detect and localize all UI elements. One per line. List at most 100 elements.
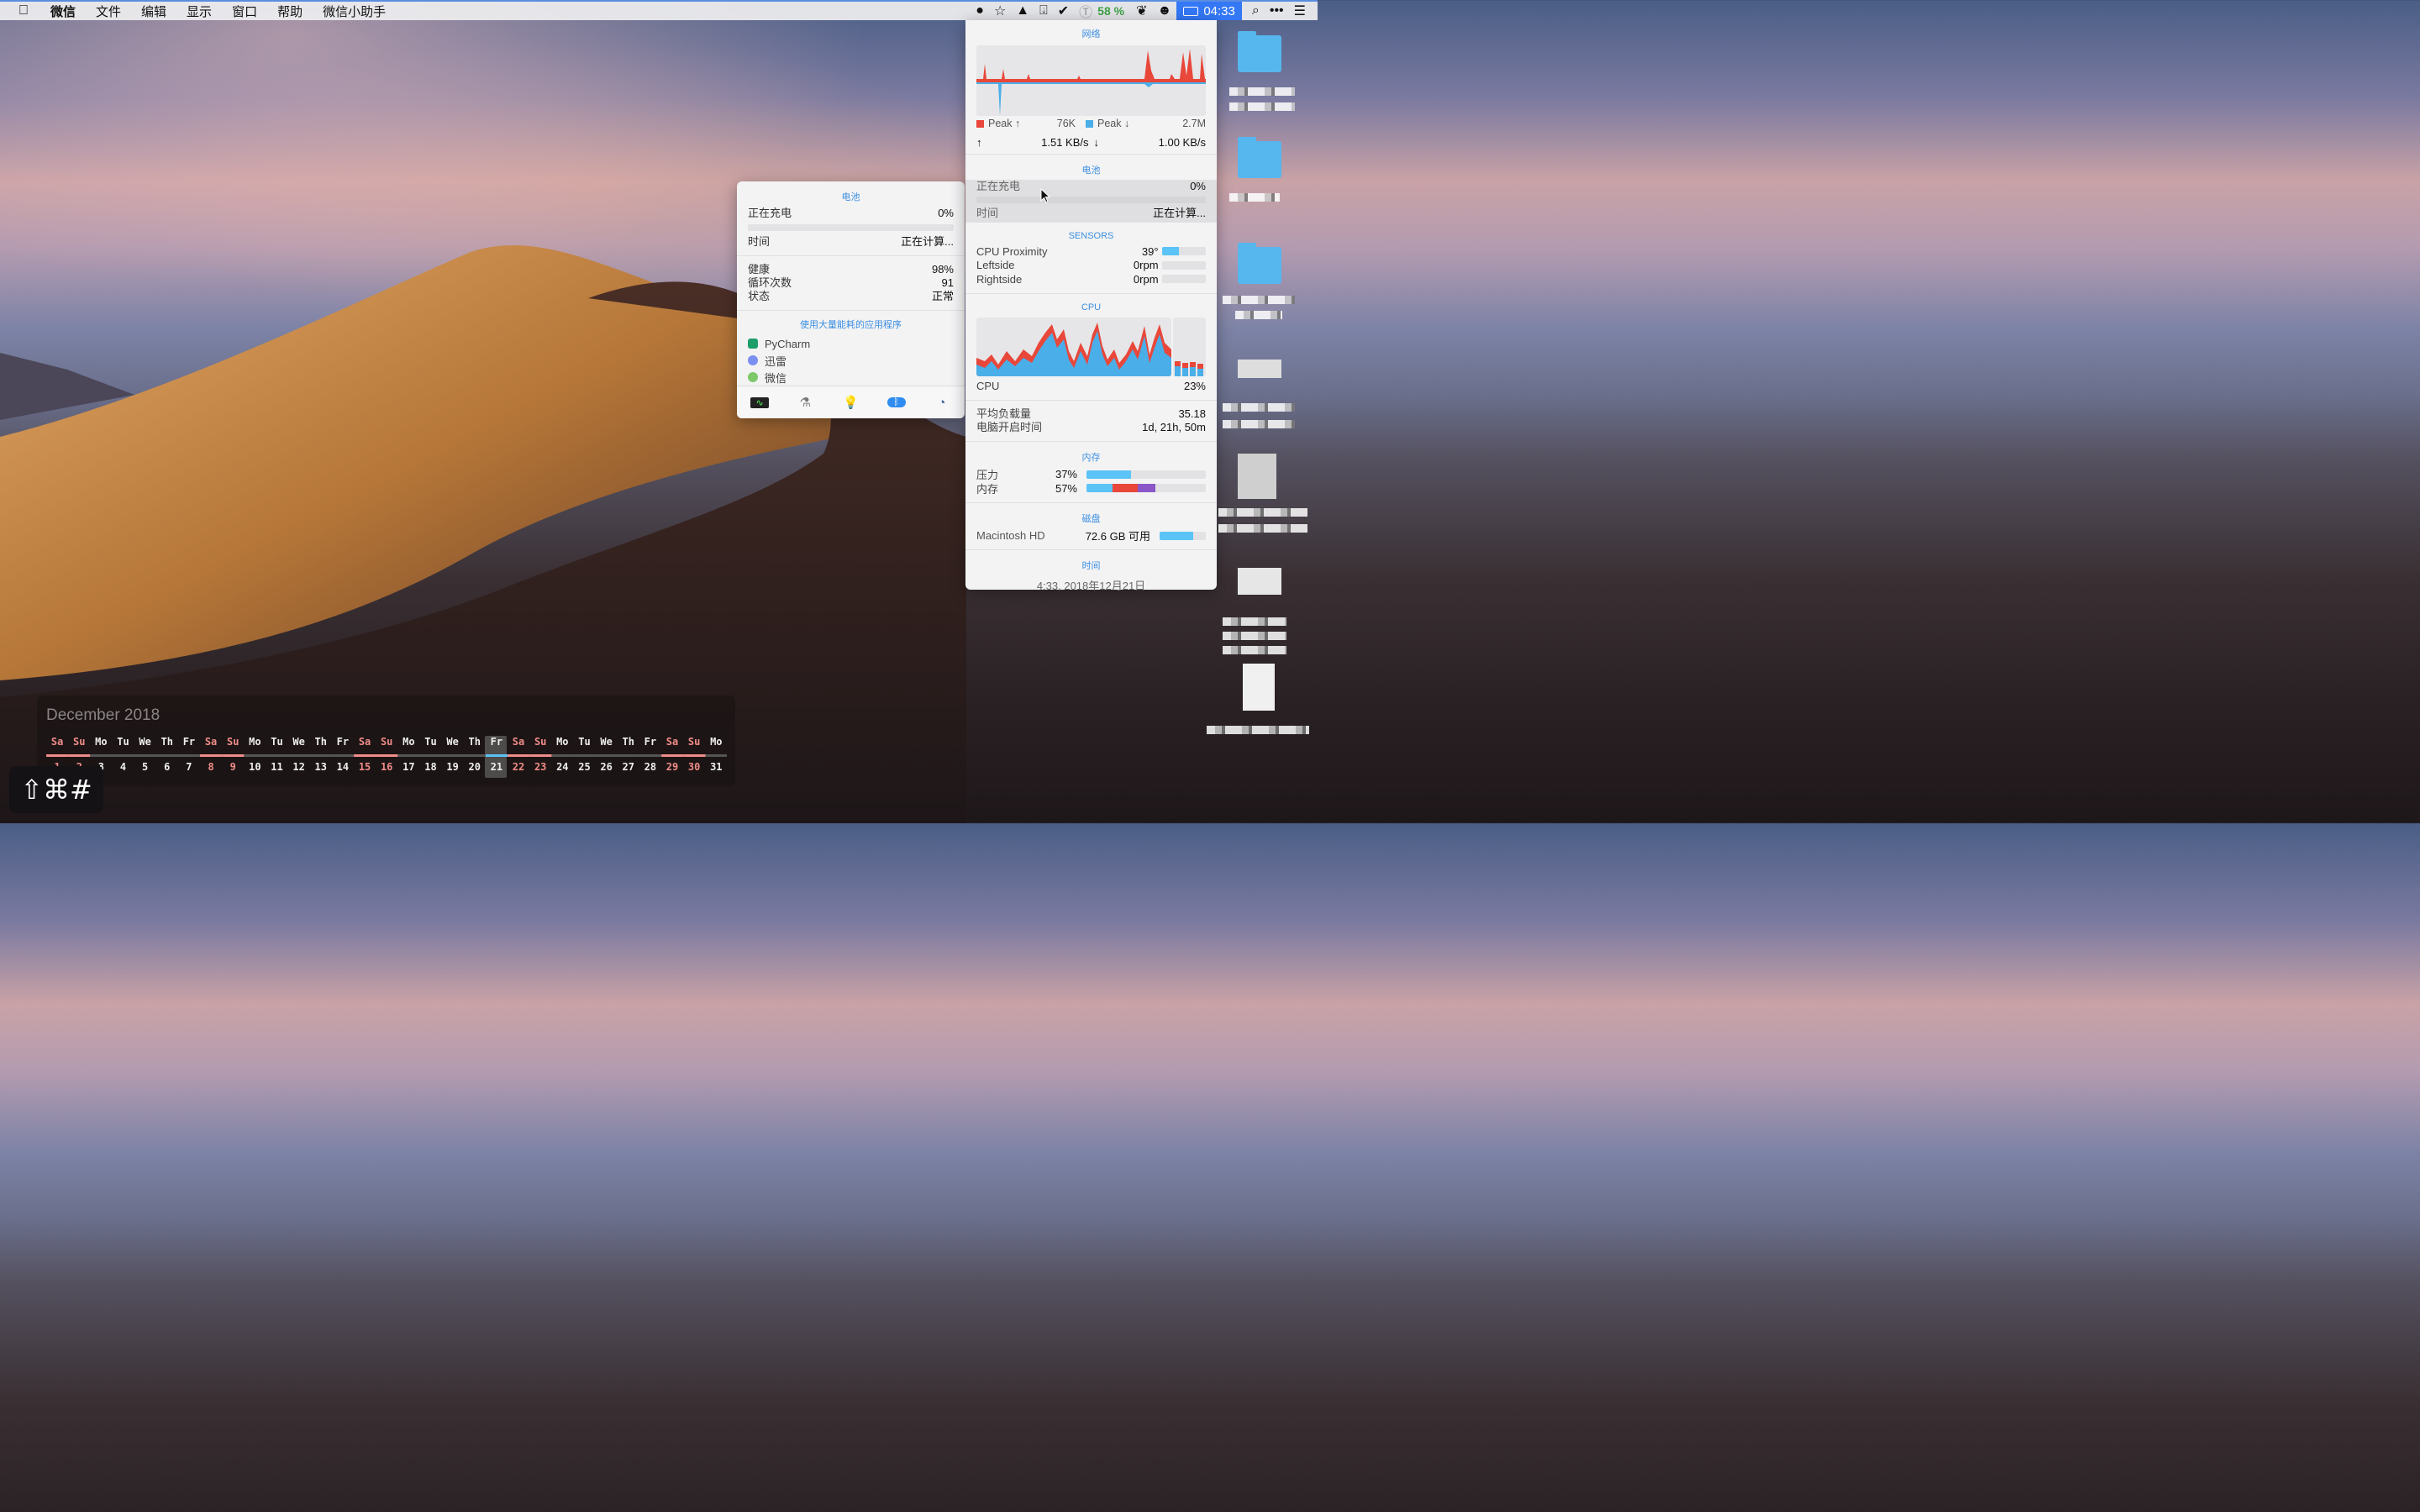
calendar-line-segment: [177, 754, 201, 757]
desktop-label: [1223, 296, 1295, 304]
load-value: 35.18: [1178, 407, 1206, 420]
calendar-weekdays: Sa Su Mo Tu We Th Fr Sa Su Mo Tu We Th Fr Sa Su Mo Tu We Th…: [46, 736, 727, 748]
activity-monitor-icon[interactable]: ∿: [750, 396, 770, 408]
time-value: 正在计算...: [901, 235, 954, 248]
pressure-bar: [1086, 470, 1206, 479]
calendar-day[interactable]: 29: [661, 761, 683, 773]
calendar-day[interactable]: 30: [683, 761, 705, 773]
calendar-line-segment: [266, 754, 288, 757]
time-row: 时间 正在计算...: [737, 235, 965, 249]
cloud-upload-icon[interactable]: ▲: [1016, 3, 1029, 18]
calendar-day[interactable]: 28: [639, 761, 661, 773]
sensor-cpu-proximity: CPU Proximity 39°: [965, 244, 1217, 259]
app-item-pycharm[interactable]: PyCharm: [737, 335, 965, 352]
desktop-folder-icon[interactable]: [1238, 31, 1281, 72]
calendar-days: 1234567891011121314151617181920212223242…: [46, 761, 727, 773]
list-icon[interactable]: ☰: [1294, 3, 1306, 19]
calendar-day[interactable]: 19: [442, 761, 464, 773]
calendar-day[interactable]: 20: [464, 761, 486, 773]
wechat-icon: [748, 372, 758, 382]
calendar-day[interactable]: 6: [156, 761, 178, 773]
lightbulb-icon[interactable]: 💡: [841, 395, 860, 410]
menu-app-wechat[interactable]: 微信: [50, 3, 76, 20]
calendar-day[interactable]: 8: [200, 761, 222, 773]
menu-file[interactable]: 文件: [96, 3, 121, 20]
ghost-icon[interactable]: ☻: [1157, 3, 1171, 18]
cpu-usage-row: CPU 23%: [965, 380, 1217, 393]
record-dot-icon[interactable]: ●: [976, 3, 984, 18]
calendar-day[interactable]: 21: [486, 761, 508, 773]
network-graph: [976, 45, 1206, 116]
calendar-day[interactable]: 23: [529, 761, 551, 773]
calendar-line-segment: [419, 754, 442, 757]
butterfly-icon[interactable]: ❦: [1136, 3, 1147, 19]
disk-row: Macintosh HD 72.6 GB 可用: [965, 529, 1217, 543]
menu-help[interactable]: 帮助: [277, 3, 302, 20]
desktop-folder-icon[interactable]: [1238, 243, 1281, 284]
menu-view[interactable]: 显示: [187, 3, 212, 20]
menu-wechat-helper[interactable]: 微信小助手: [323, 3, 386, 20]
calendar-day[interactable]: 27: [618, 761, 639, 773]
download-box-icon[interactable]: ⍗: [1039, 3, 1048, 18]
bluetooth-icon[interactable]: ᛒ: [886, 397, 906, 407]
battery-highlight[interactable]: 正在充电 0% 时间 正在计算...: [965, 180, 1217, 222]
network-speed-row: ↑ 1.51 KB/s ↓ 1.00 KB/s: [965, 129, 1217, 154]
calendar-week-line: [46, 754, 727, 757]
uptime-value: 1d, 21h, 50m: [1142, 420, 1206, 433]
menu-window[interactable]: 窗口: [232, 3, 257, 20]
calendar-day[interactable]: 9: [222, 761, 244, 773]
desktop-folder-icon[interactable]: [1238, 137, 1281, 178]
mouse-cursor: [1040, 188, 1050, 203]
desktop-file-icon[interactable]: [1238, 360, 1281, 378]
battery-popup-title: 电池: [841, 192, 860, 202]
checkmark-circle-icon[interactable]: ✔: [1058, 3, 1069, 19]
calendar-day[interactable]: 16: [376, 761, 397, 773]
cycles-row: 循环次数 91: [737, 276, 965, 290]
battery-clock-status[interactable]: 04:33: [1176, 2, 1242, 20]
calendar-day[interactable]: 11: [266, 761, 287, 773]
calendar-day[interactable]: 5: [134, 761, 156, 773]
cpu-title: CPU: [1081, 302, 1102, 312]
calendar-day[interactable]: 25: [573, 761, 595, 773]
calendar-line-segment: [463, 754, 486, 757]
more-icon[interactable]: •••: [1270, 3, 1284, 18]
calendar-line-segment: [705, 754, 727, 757]
calendar-day[interactable]: 12: [288, 761, 310, 773]
calendar-day[interactable]: 31: [705, 761, 727, 773]
memory-label: 内存: [976, 482, 999, 496]
network-title: 网络: [1081, 29, 1101, 39]
calendar-day[interactable]: 7: [178, 761, 200, 773]
calendar-line-segment: [200, 754, 223, 757]
health-value: 98%: [931, 263, 954, 276]
calendar-day[interactable]: 13: [310, 761, 332, 773]
network-utility-icon[interactable]: ⚗: [796, 395, 814, 410]
calendar-day[interactable]: 24: [551, 761, 573, 773]
desktop-text-file-icon[interactable]: [1243, 664, 1275, 711]
calendar-day[interactable]: 17: [397, 761, 419, 773]
calendar-day[interactable]: 22: [508, 761, 529, 773]
desktop-window-icon[interactable]: [1238, 568, 1281, 595]
cpu-percent-status[interactable]: 58 %: [1097, 4, 1124, 18]
calendar-line-segment: [376, 754, 398, 757]
upload-trace: [976, 49, 1206, 82]
calendar-day[interactable]: 10: [244, 761, 266, 773]
load-label: 平均负载量: [976, 407, 1032, 420]
battery-charging-value: 0%: [1190, 180, 1206, 192]
apple-menu-icon[interactable]: : [18, 3, 35, 18]
star-icon[interactable]: ☆: [994, 3, 1006, 19]
calendar-day[interactable]: 14: [332, 761, 354, 773]
calendar-day[interactable]: 18: [419, 761, 441, 773]
menu-edit[interactable]: 编辑: [141, 3, 166, 20]
search-icon[interactable]: ⌕: [1252, 3, 1260, 18]
calendar-day[interactable]: 4: [112, 761, 134, 773]
calendar-day[interactable]: 15: [354, 761, 376, 773]
app-item-wechat[interactable]: 微信: [737, 369, 965, 386]
app-item-xunlei[interactable]: 迅雷: [737, 352, 965, 369]
calendar-weekday: Mo: [249, 736, 261, 748]
timer-icon[interactable]: Ⓣ: [1079, 1, 1092, 21]
calendar-day[interactable]: 26: [596, 761, 618, 773]
disk-utility-icon[interactable]: ◔: [933, 396, 951, 410]
peak-up-label: Peak ↑: [988, 118, 1021, 129]
pycharm-icon: [748, 339, 758, 349]
desktop-document-icon[interactable]: [1238, 454, 1276, 499]
